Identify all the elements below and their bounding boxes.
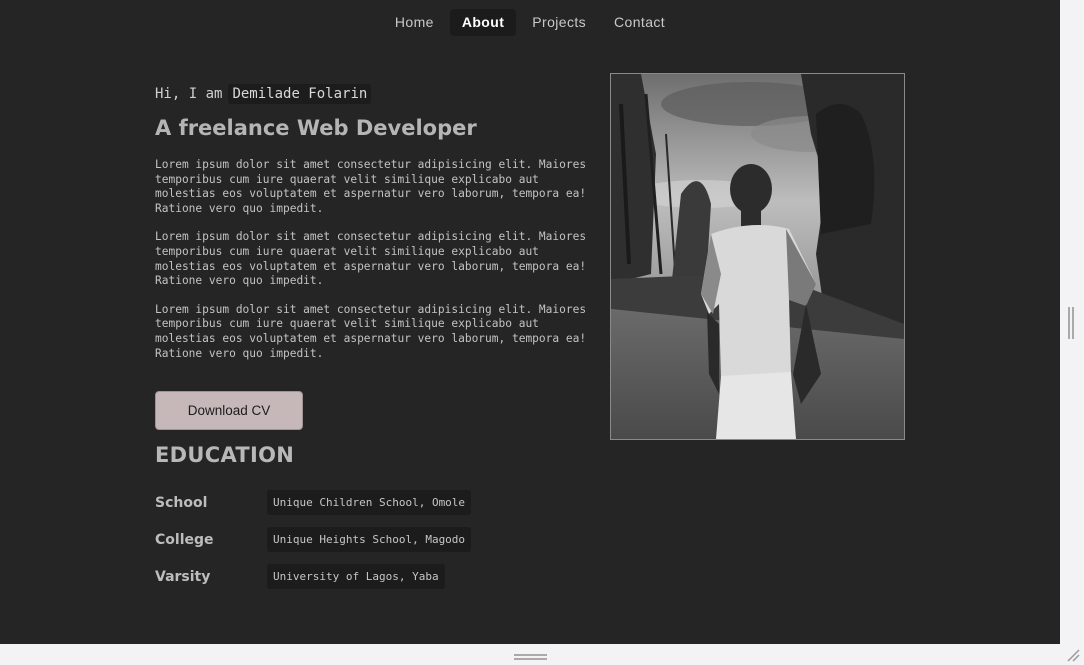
education-heading: EDUCATION [155, 443, 295, 467]
role-heading: A freelance Web Developer [155, 116, 477, 140]
education-value: Unique Heights School, Magodo [267, 527, 472, 552]
top-navigation: Home About Projects Contact [0, 9, 1060, 36]
name-chip: Demilade Folarin [228, 84, 372, 104]
vertical-resize-grip[interactable] [1068, 307, 1076, 339]
nav-home[interactable]: Home [383, 9, 446, 36]
education-label: School [155, 494, 208, 511]
bio-paragraph-3: Lorem ipsum dolor sit amet consectetur a… [155, 302, 587, 360]
education-row-school: School Unique Children School, Omole [155, 490, 472, 515]
profile-photo [610, 73, 905, 440]
education-row-college: College Unique Heights School, Magodo [155, 527, 472, 552]
greeting: Hi, I am Demilade Folarin [155, 82, 595, 106]
download-cv-button[interactable]: Download CV [155, 391, 303, 430]
bio-paragraph-2: Lorem ipsum dolor sit amet consectetur a… [155, 230, 587, 288]
horizontal-resize-grip[interactable] [514, 654, 547, 662]
education-label: College [155, 531, 214, 548]
resize-corner-icon[interactable] [1066, 648, 1080, 662]
nav-contact[interactable]: Contact [602, 9, 677, 36]
education-label: Varsity [155, 568, 211, 585]
education-value: Unique Children School, Omole [267, 490, 472, 515]
browser-viewport: Home About Projects Contact Hi, I am Dem… [0, 0, 1060, 644]
greeting-prefix: Hi, I am [155, 86, 223, 102]
education-row-varsity: Varsity University of Lagos, Yaba [155, 564, 445, 589]
hero-intro: Hi, I am Demilade Folarin A freelance We… [155, 82, 595, 372]
profile-photo-illustration [611, 74, 904, 439]
bio-paragraph-1: Lorem ipsum dolor sit amet consectetur a… [155, 158, 587, 215]
education-value: University of Lagos, Yaba [267, 564, 445, 589]
nav-projects[interactable]: Projects [520, 9, 598, 36]
nav-about[interactable]: About [449, 9, 517, 36]
